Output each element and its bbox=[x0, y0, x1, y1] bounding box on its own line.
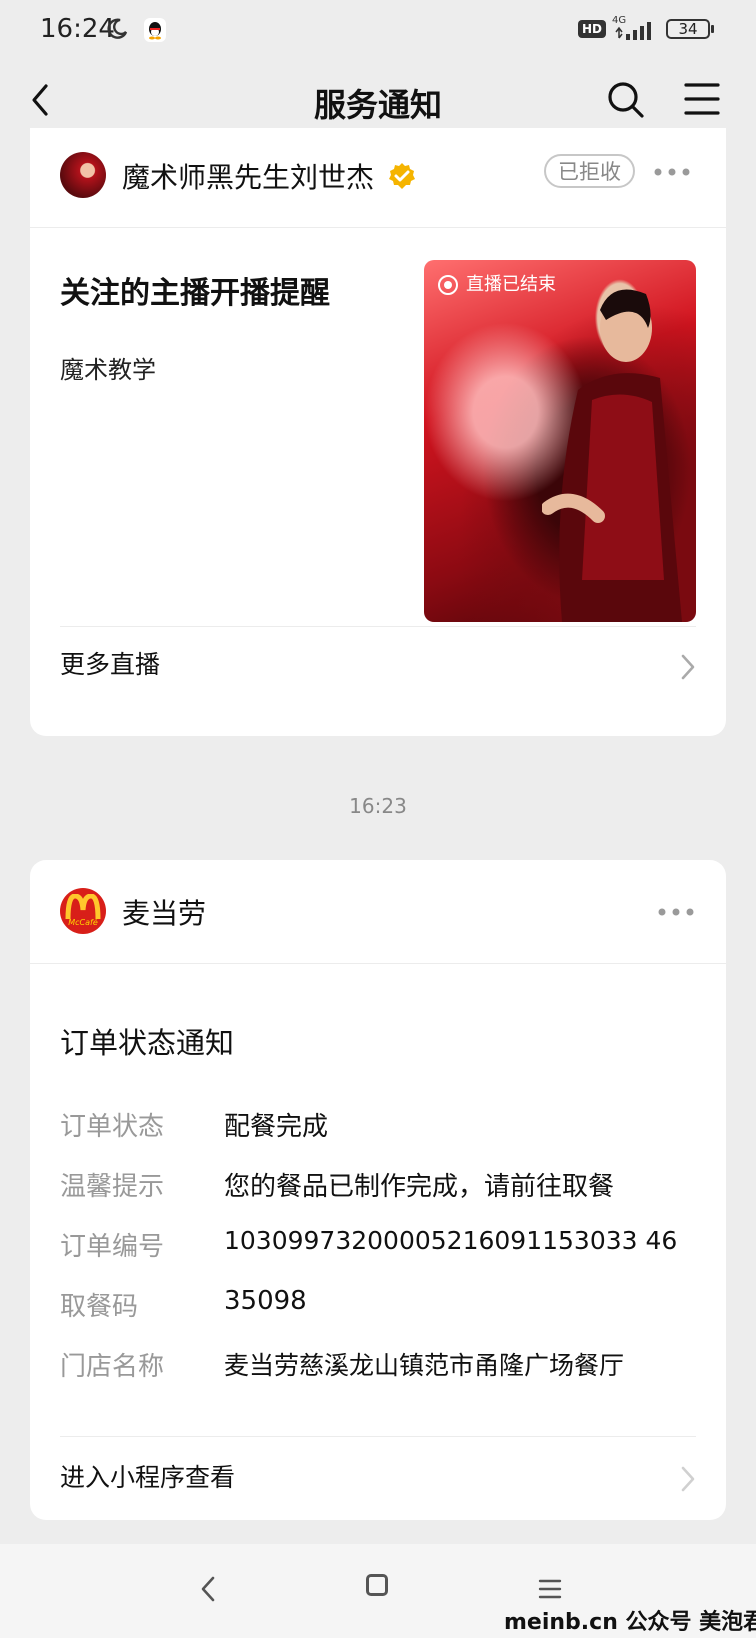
signal-icon bbox=[615, 22, 651, 40]
live-record-icon bbox=[438, 275, 458, 295]
mcdonalds-logo-icon bbox=[65, 894, 101, 920]
live-cover-image[interactable]: 直播已结束 bbox=[424, 260, 696, 622]
info-label: 取餐码 bbox=[60, 1292, 139, 1322]
info-label: 订单状态 bbox=[60, 1112, 165, 1142]
battery-cap bbox=[711, 25, 714, 33]
info-label: 订单编号 bbox=[60, 1232, 165, 1262]
open-mini-program-link[interactable]: 进入小程序查看 bbox=[60, 1436, 696, 1520]
menu-icon[interactable] bbox=[684, 82, 720, 116]
more-options-icon[interactable] bbox=[656, 906, 696, 918]
system-home-icon[interactable] bbox=[366, 1574, 388, 1596]
status-time: 16:24 bbox=[40, 14, 115, 44]
status-bar: 16:24 HD 4G 34 bbox=[0, 0, 756, 62]
verified-check-icon bbox=[389, 163, 415, 189]
sender-name[interactable]: 魔术师黑先生刘世杰 bbox=[122, 156, 374, 196]
info-label: 门店名称 bbox=[60, 1352, 165, 1382]
system-back-icon[interactable] bbox=[200, 1576, 216, 1602]
qq-notification-icon bbox=[144, 18, 166, 42]
card-header: McCafé 麦当劳 bbox=[30, 860, 726, 964]
mccafe-mark: McCafé bbox=[68, 918, 98, 927]
live-ended-label: 直播已结束 bbox=[438, 270, 556, 300]
card-header: 魔术师黑先生刘世杰 已拒收 bbox=[30, 128, 726, 228]
open-mini-program-label: 进入小程序查看 bbox=[60, 1463, 236, 1492]
info-value: 35098 bbox=[224, 1286, 307, 1316]
moon-icon bbox=[107, 18, 128, 39]
rejected-badge[interactable]: 已拒收 bbox=[544, 154, 635, 188]
notice-title: 关注的主播开播提醒 bbox=[60, 276, 330, 311]
info-value: 配餐完成 bbox=[224, 1112, 329, 1142]
info-value: 麦当劳慈溪龙山镇范市甬隆广场餐厅 bbox=[224, 1351, 625, 1380]
performer-figure bbox=[542, 289, 682, 622]
info-value: 您的餐品已制作完成，请前往取餐 bbox=[224, 1172, 615, 1202]
more-live-link[interactable]: 更多直播 bbox=[60, 626, 696, 704]
message-timestamp: 16:23 bbox=[349, 794, 407, 818]
search-icon[interactable] bbox=[606, 80, 646, 120]
avatar[interactable] bbox=[60, 152, 106, 198]
notice-subtitle: 魔术教学 bbox=[60, 356, 156, 384]
info-label: 温馨提示 bbox=[60, 1172, 165, 1202]
order-notice-card[interactable]: McCafé 麦当劳 订单状态通知 订单状态 配餐完成 温馨提示 您的餐品已制作… bbox=[30, 860, 726, 1520]
notice-title: 订单状态通知 bbox=[60, 1026, 235, 1060]
sender-name[interactable]: 麦当劳 bbox=[122, 892, 206, 932]
battery-indicator: 34 bbox=[666, 19, 710, 39]
info-value: 10309973200005216091153033 46 bbox=[224, 1226, 678, 1255]
chevron-right-icon bbox=[681, 654, 695, 680]
more-live-label: 更多直播 bbox=[60, 650, 161, 679]
watermark-text: meinb.cn 公众号 美泡君 bbox=[504, 1610, 756, 1635]
live-notice-card[interactable]: 魔术师黑先生刘世杰 已拒收 关注的主播开播提醒 魔术教学 直播已结束 更多直播 bbox=[30, 128, 726, 736]
chevron-right-icon bbox=[681, 1466, 695, 1492]
avatar[interactable]: McCafé bbox=[60, 888, 106, 934]
more-options-icon[interactable] bbox=[652, 166, 692, 178]
hd-badge: HD bbox=[578, 20, 607, 38]
live-ended-text: 直播已结束 bbox=[466, 274, 556, 295]
system-recents-icon[interactable] bbox=[538, 1578, 562, 1600]
